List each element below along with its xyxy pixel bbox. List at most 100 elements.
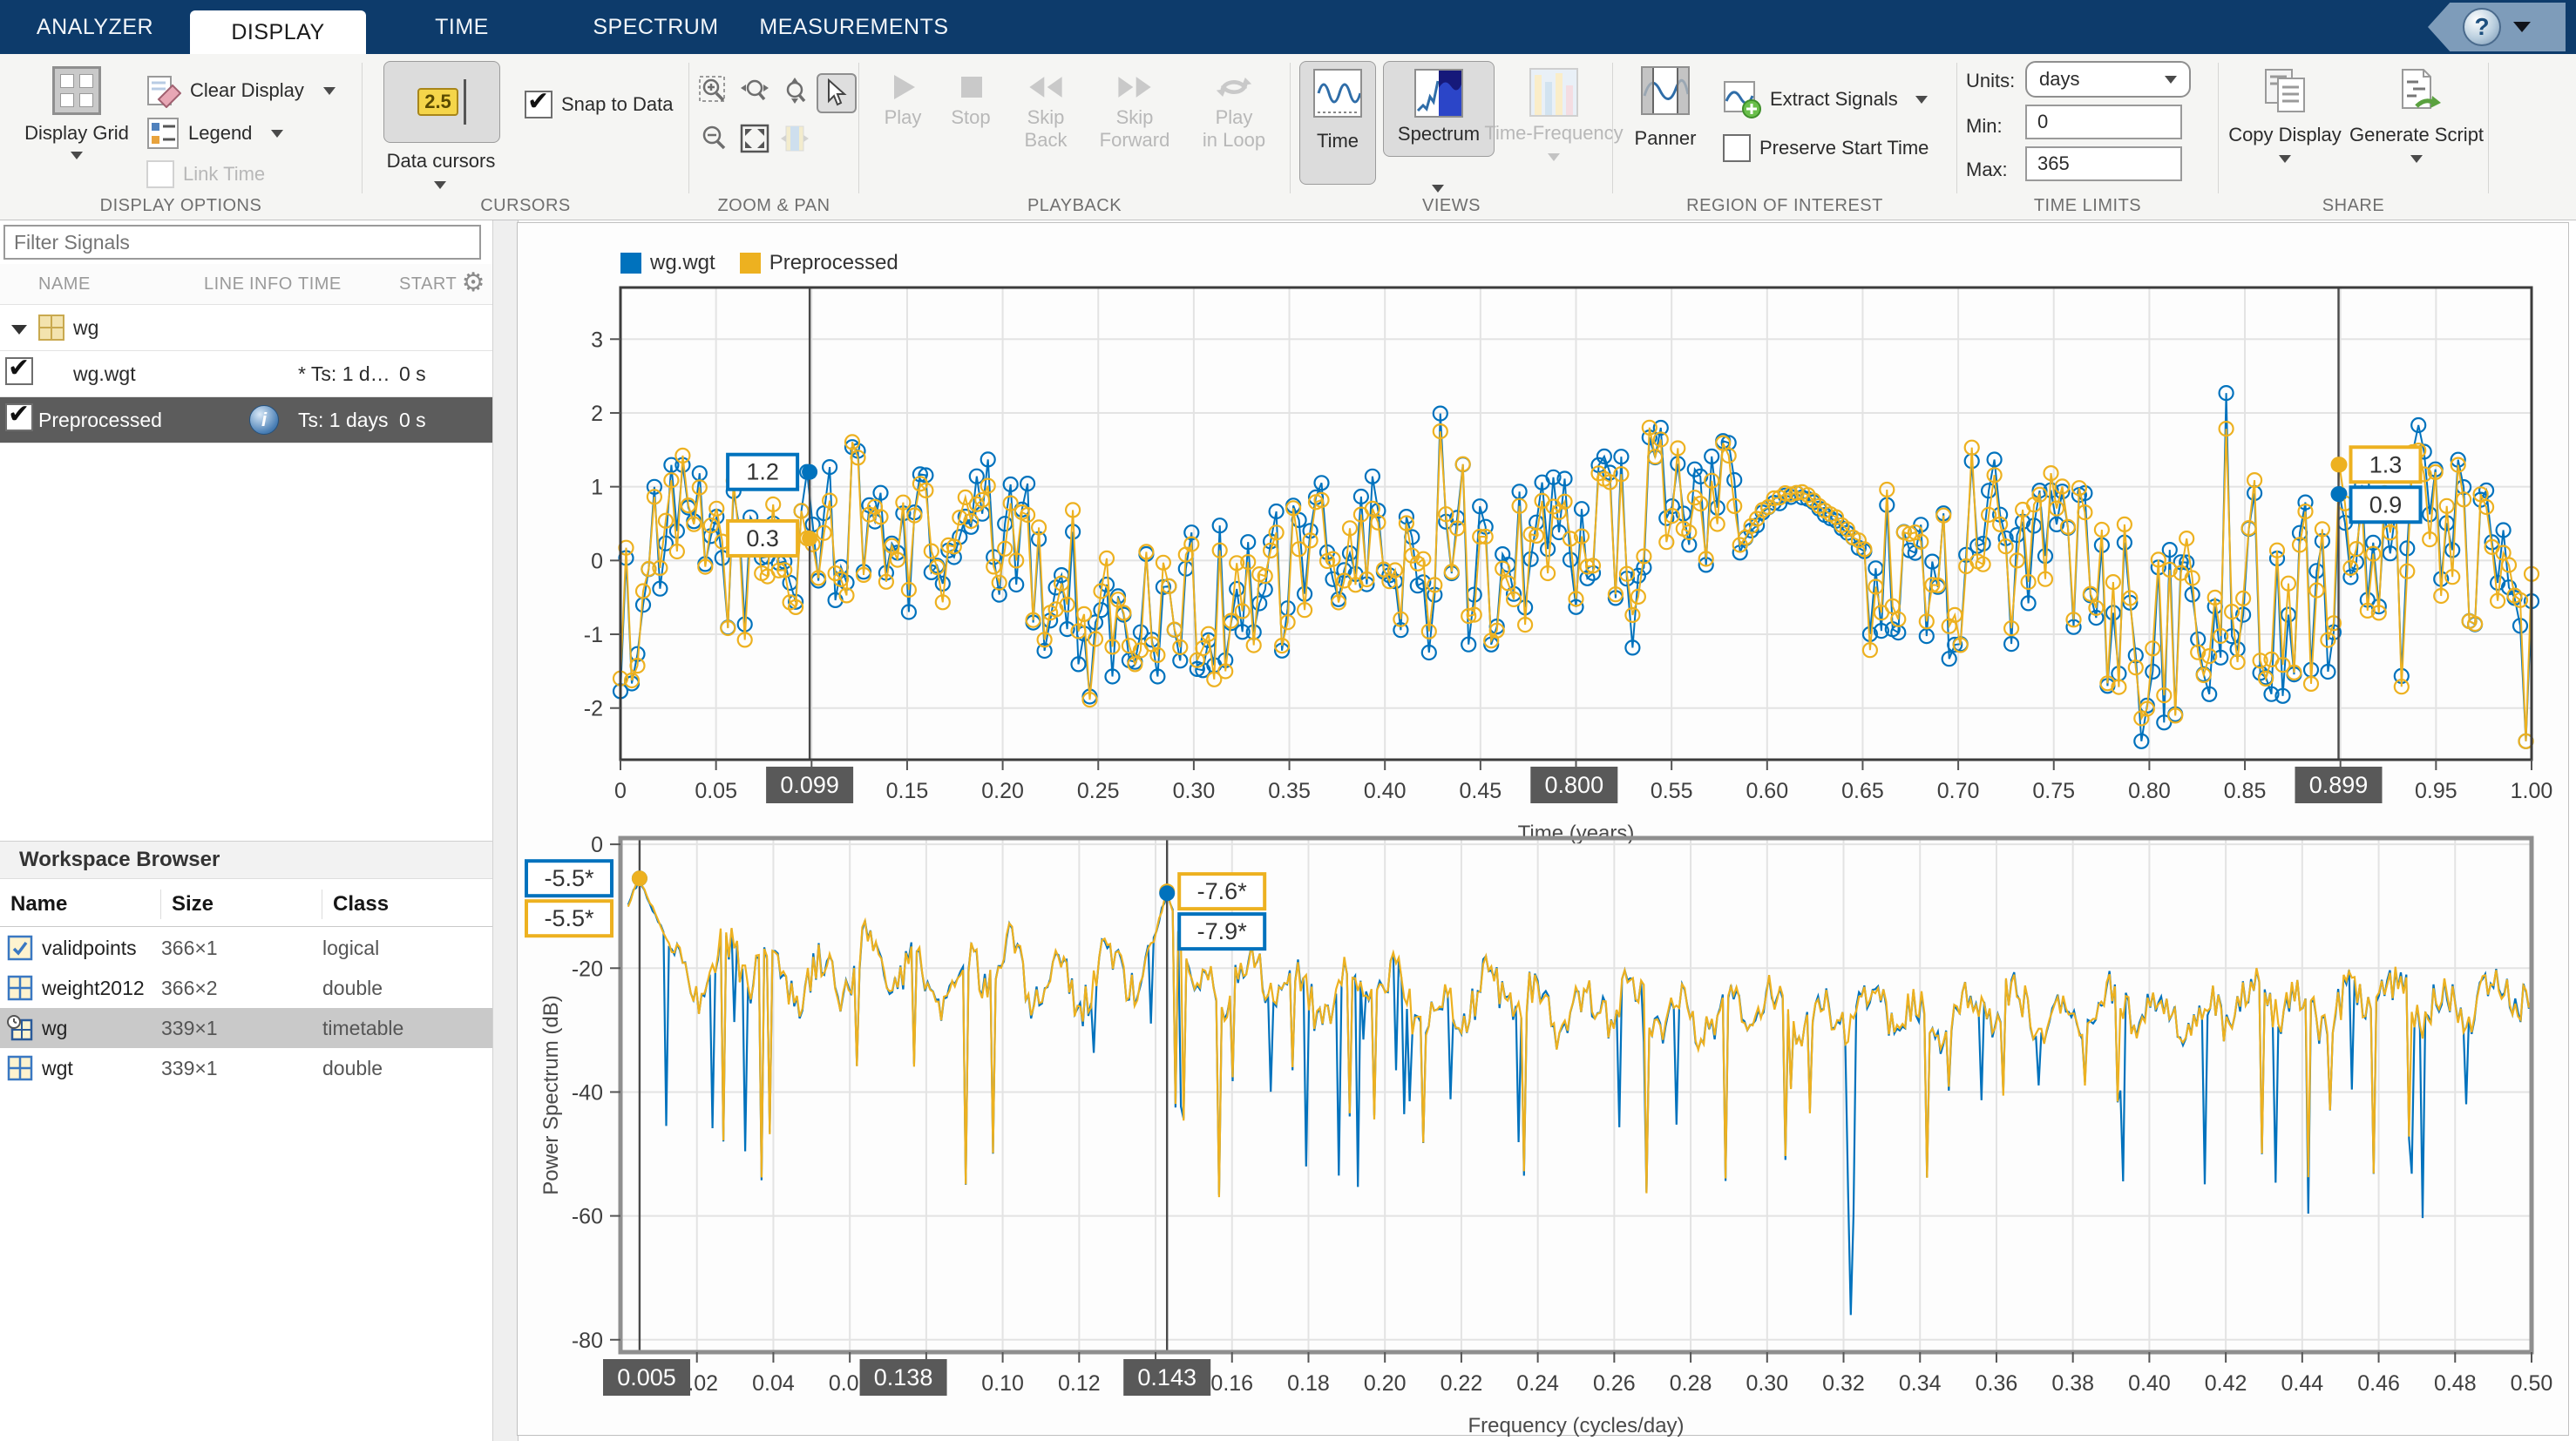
workspace-row-wg[interactable]: wg 339×1 timetable	[0, 1008, 492, 1048]
ribbon: Display Grid Clear Display	[0, 54, 2576, 220]
legend-icon	[146, 117, 180, 150]
info-icon[interactable]: i	[249, 405, 279, 435]
signal-table: NAME LINE INFO TIME START ⚙ wg	[0, 264, 492, 443]
help-icon: ?	[2463, 8, 2501, 46]
chevron-down-icon	[1915, 96, 1928, 104]
chevron-down-icon	[2513, 22, 2531, 32]
generate-script-button[interactable]: Generate Script	[2351, 66, 2482, 163]
signal-panel: NAME LINE INFO TIME START ⚙ wg	[0, 220, 492, 1441]
signal-analyzer-app: ANALYZER DISPLAY TIME SPECTRUM MEASUREME…	[0, 0, 2576, 1441]
section-time-limits: Units: days Min: 0 Max: 365 TIME LIMITS	[1957, 54, 2218, 220]
eraser-icon	[146, 73, 181, 108]
zoom-out-icon[interactable]	[696, 120, 733, 157]
cursor-delta-tag[interactable]	[860, 1359, 947, 1396]
stop-button[interactable]: Stop	[939, 68, 1002, 129]
legend-swatch	[620, 253, 641, 274]
legend-button[interactable]: Legend	[146, 117, 283, 150]
play-in-loop-button[interactable]: Play in Loop	[1192, 68, 1276, 152]
panel-splitter[interactable]	[492, 220, 519, 1441]
units-dropdown[interactable]: days	[2025, 61, 2191, 98]
display-grid-icon	[52, 66, 101, 115]
section-playback: Play Stop Skip Back Skip Forward Play	[859, 54, 1290, 220]
cursor-delta-tag[interactable]	[1530, 767, 1617, 803]
tab-time[interactable]: TIME	[366, 0, 558, 54]
filter-signals-input[interactable]	[3, 225, 481, 260]
zoom-y-icon[interactable]	[776, 73, 813, 110]
extract-signals-icon	[1723, 80, 1761, 118]
fit-to-view-icon[interactable]	[736, 120, 773, 157]
time-view-button[interactable]: Time	[1299, 61, 1376, 185]
toolstrip-tab-bar: ANALYZER DISPLAY TIME SPECTRUM MEASUREME…	[0, 0, 2576, 54]
signal-row-preprocessed[interactable]: Preprocessed i Ts: 1 days 0 s	[0, 397, 492, 443]
time-frequency-view-button[interactable]: Time-Frequency	[1498, 61, 1610, 161]
chart-legend: wg.wgt Preprocessed	[620, 251, 898, 275]
checkbox-icon	[146, 160, 174, 188]
copy-icon	[2261, 66, 2309, 115]
spectrum-view-icon	[1414, 69, 1463, 118]
logical-variable-icon	[7, 935, 33, 961]
copy-display-button[interactable]: Copy Display	[2224, 66, 2346, 163]
cursor-tag-right[interactable]	[1123, 1359, 1210, 1396]
signal-table-header: NAME LINE INFO TIME START ⚙	[0, 264, 492, 305]
checkbox-icon	[1723, 134, 1751, 162]
spectrum-view-button[interactable]: Spectrum	[1383, 61, 1495, 157]
chevron-down-icon	[71, 152, 83, 159]
zoom-in-icon[interactable]	[696, 73, 733, 110]
tab-display[interactable]: DISPLAY	[190, 10, 366, 54]
tab-analyzer[interactable]: ANALYZER	[0, 0, 190, 54]
matrix-variable-icon	[7, 1055, 33, 1081]
workspace-row-weight2012[interactable]: weight2012 366×2 double	[0, 968, 492, 1008]
loop-icon	[1215, 68, 1253, 106]
checkbox-checked-icon	[525, 91, 552, 118]
panner-button[interactable]: Panner	[1622, 66, 1709, 150]
stop-icon	[952, 68, 990, 106]
checkbox-checked-icon[interactable]	[5, 357, 33, 385]
max-input[interactable]: 365	[2025, 146, 2182, 181]
section-zoom-pan: ZOOM & PAN	[689, 54, 858, 220]
chevron-down-icon	[434, 181, 446, 189]
signal-row-wgwgt[interactable]: wg.wgt * Ts: 1 d… 0 s	[0, 351, 492, 397]
legend-entry: Preprocessed	[740, 251, 898, 275]
skip-forward-button[interactable]: Skip Forward	[1089, 68, 1180, 152]
time-view-icon	[1313, 69, 1362, 118]
signal-group-row[interactable]: wg	[0, 305, 492, 351]
tab-measurements[interactable]: MEASUREMENTS	[754, 0, 954, 54]
chevron-down-icon	[1432, 185, 1444, 193]
cursor-tag-right[interactable]	[2295, 767, 2383, 803]
legend-swatch	[740, 253, 761, 274]
cursor-tag-left[interactable]	[766, 767, 853, 803]
workspace-row-wgt[interactable]: wgt 339×1 double	[0, 1048, 492, 1088]
script-icon	[2392, 66, 2441, 115]
panner-tool-icon[interactable]	[776, 120, 813, 157]
gear-icon[interactable]: ⚙	[462, 267, 485, 298]
timetable-variable-icon	[7, 1015, 33, 1041]
play-button[interactable]: Play	[871, 68, 934, 129]
expander-icon[interactable]	[11, 325, 27, 335]
workspace-row-validpoints[interactable]: validpoints 366×1 logical	[0, 928, 492, 968]
data-cursors-button[interactable]: 2.5	[383, 61, 500, 143]
min-input[interactable]: 0	[2025, 105, 2182, 139]
display-panel	[517, 222, 2569, 1436]
cursor-tag-left[interactable]	[603, 1359, 690, 1396]
chevron-down-icon	[2279, 155, 2291, 163]
clear-display-button[interactable]: Clear Display	[146, 73, 336, 108]
tab-spectrum[interactable]: SPECTRUM	[558, 0, 754, 54]
workspace-rows: validpoints 366×1 logical weight2012 366…	[0, 928, 492, 1088]
snap-to-data-checkbox[interactable]: Snap to Data	[525, 91, 673, 118]
checkbox-checked-icon[interactable]	[5, 403, 33, 431]
zoom-x-icon[interactable]	[736, 73, 773, 110]
chevron-down-icon	[2410, 155, 2423, 163]
preserve-start-time-checkbox[interactable]: Preserve Start Time	[1723, 134, 1929, 162]
display-grid-button[interactable]: Display Grid	[24, 66, 129, 159]
link-time-checkbox[interactable]: Link Time	[146, 160, 265, 188]
skip-back-button[interactable]: Skip Back	[1009, 68, 1082, 152]
skip-back-icon	[1027, 68, 1065, 106]
play-icon	[884, 68, 922, 106]
workspace-header: Name Size Class	[0, 883, 492, 927]
matrix-variable-icon	[7, 975, 33, 1001]
extract-signals-button[interactable]: Extract Signals	[1723, 80, 1928, 118]
pointer-tool-icon[interactable]	[817, 73, 857, 113]
section-display-options: Display Grid Clear Display	[0, 54, 362, 220]
help-button[interactable]: ?	[2428, 3, 2566, 51]
timetable-icon	[38, 315, 64, 341]
